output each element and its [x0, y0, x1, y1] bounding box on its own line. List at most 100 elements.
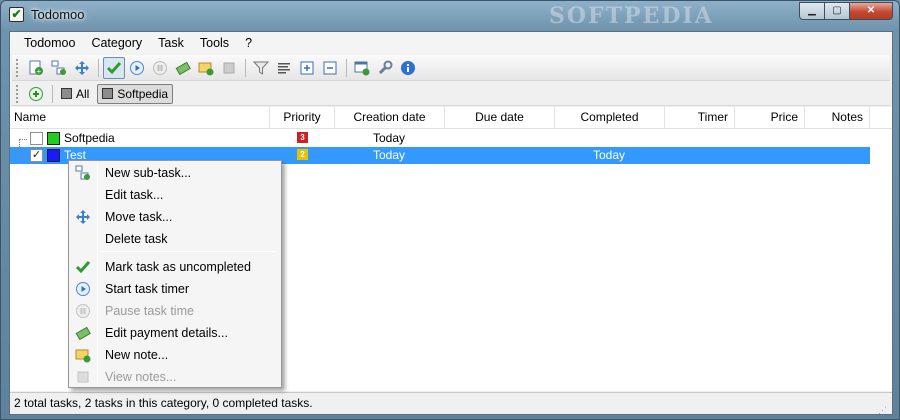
menu-label: Edit payment details... [105, 326, 228, 340]
category-all[interactable]: All [57, 84, 93, 104]
priority-badge: 2 [297, 149, 308, 160]
menu-category[interactable]: Category [83, 32, 150, 54]
column-header-price[interactable]: Price [735, 107, 805, 128]
new-subtask-icon[interactable] [48, 57, 70, 79]
category-softpedia-label: Softpedia [117, 86, 169, 101]
task-name: Softpedia [64, 131, 115, 145]
sort-icon[interactable] [273, 57, 295, 79]
column-header-due-date[interactable]: Due date [445, 107, 555, 128]
menu-label: New sub-task... [105, 166, 192, 180]
payment-icon[interactable] [172, 57, 194, 79]
menu-move-task[interactable]: Move task... [71, 206, 279, 228]
new-note-icon [75, 347, 91, 363]
expand-all-icon[interactable] [296, 57, 318, 79]
window-title: Todomoo [31, 7, 85, 22]
task-completed: Today [593, 148, 626, 162]
task-created: Today [373, 131, 406, 145]
minimize-button[interactable]: ▁ [799, 2, 825, 20]
menu-label: Mark task as uncompleted [105, 260, 251, 274]
toolbar-separator [98, 58, 99, 77]
menu-bar: Todomoo Category Task Tools ? [10, 32, 892, 54]
menu-start-timer[interactable]: Start task timer [71, 278, 279, 300]
task-created: Today [373, 148, 406, 162]
menu-label: New note... [105, 348, 169, 362]
toolbar-separator [245, 58, 246, 77]
column-header-completed[interactable]: Completed [555, 107, 665, 128]
add-category-icon[interactable] [351, 57, 373, 79]
status-bar: 2 total tasks, 2 tasks in this category,… [10, 392, 892, 415]
caption-buttons: ▁ ▢ ✕ [799, 2, 893, 20]
menu-new-note[interactable]: New note... [71, 344, 279, 366]
menu-new-subtask[interactable]: New sub-task... [71, 162, 279, 184]
category-all-swatch [61, 88, 72, 99]
menu-todomoo[interactable]: Todomoo [16, 32, 83, 54]
menu-view-notes: View notes... [71, 366, 279, 388]
new-subtask-icon [75, 165, 91, 181]
column-header-name[interactable]: Name [14, 107, 270, 128]
tree-connector [19, 147, 20, 156]
svg-text:+: + [37, 67, 42, 76]
toolbar-separator [346, 58, 347, 77]
title-bar[interactable]: ✔ Todomoo SOFTPEDIA ▁ ▢ ✕ [1, 1, 899, 29]
resize-grip-icon[interactable]: ⋰ [878, 400, 890, 415]
collapse-all-icon[interactable] [319, 57, 341, 79]
toolbar-grip[interactable] [16, 84, 19, 103]
tree-connector [19, 139, 20, 147]
tree-connector [19, 139, 27, 140]
view-notes-icon[interactable] [218, 57, 240, 79]
task-context-menu: New sub-task... Edit task... Move task..… [68, 160, 282, 388]
column-header-priority[interactable]: Priority [270, 107, 335, 128]
menu-label: Edit task... [105, 188, 164, 202]
pause-timer-icon[interactable] [149, 57, 171, 79]
new-task-icon[interactable]: + [25, 57, 47, 79]
menu-separator [99, 251, 277, 252]
column-header-creation-date[interactable]: Creation date [335, 107, 445, 128]
column-header-timer[interactable]: Timer [665, 107, 735, 128]
column-header-notes[interactable]: Notes [805, 107, 870, 128]
category-softpedia[interactable]: Softpedia [97, 83, 174, 104]
move-task-icon[interactable] [71, 57, 93, 79]
tree-connector [19, 156, 27, 157]
task-checkbox[interactable] [30, 132, 43, 145]
start-timer-icon[interactable] [126, 57, 148, 79]
task-color [47, 149, 60, 162]
category-softpedia-swatch [102, 88, 114, 99]
task-row[interactable]: Softpedia 3 Today [10, 130, 870, 147]
maximize-button[interactable]: ▢ [824, 2, 850, 20]
mark-completed-icon[interactable] [103, 56, 125, 79]
menu-edit-payment[interactable]: Edit payment details... [71, 322, 279, 344]
category-toolbar: All Softpedia [12, 82, 890, 106]
info-icon[interactable] [397, 57, 419, 79]
add-category-plus-icon[interactable] [25, 83, 47, 105]
task-color [47, 132, 60, 145]
new-note-icon[interactable] [195, 57, 217, 79]
menu-help[interactable]: ? [237, 32, 260, 54]
status-text: 2 total tasks, 2 tasks in this category,… [14, 396, 313, 410]
play-timer-icon [75, 281, 91, 297]
softpedia-watermark: SOFTPEDIA [549, 3, 714, 29]
toolbar-grip[interactable] [16, 58, 19, 77]
menu-label: Delete task [105, 232, 168, 246]
menu-label: View notes... [105, 370, 177, 384]
task-list-header: Name Priority Creation date Due date Com… [10, 107, 892, 129]
menu-label: Move task... [105, 210, 173, 224]
priority-badge: 3 [297, 132, 308, 143]
menu-edit-task[interactable]: Edit task... [71, 184, 279, 206]
menu-delete-task[interactable]: Delete task [71, 228, 279, 250]
task-checkbox[interactable]: ✓ [30, 149, 43, 162]
checkmark-icon [75, 259, 91, 275]
view-notes-icon [75, 369, 91, 385]
menu-label: Pause task time [105, 304, 194, 318]
menu-tools[interactable]: Tools [192, 32, 237, 54]
settings-icon[interactable] [374, 57, 396, 79]
menu-pause-timer: Pause task time [71, 300, 279, 322]
main-toolbar: + [12, 55, 890, 81]
toolbar-separator [52, 84, 53, 103]
menu-task[interactable]: Task [150, 32, 192, 54]
move-task-icon [75, 209, 91, 225]
category-all-label: All [76, 86, 90, 101]
menu-mark-uncompleted[interactable]: Mark task as uncompleted [71, 256, 279, 278]
filter-icon[interactable] [250, 57, 272, 79]
close-button[interactable]: ✕ [849, 2, 893, 20]
payment-icon [75, 325, 91, 341]
